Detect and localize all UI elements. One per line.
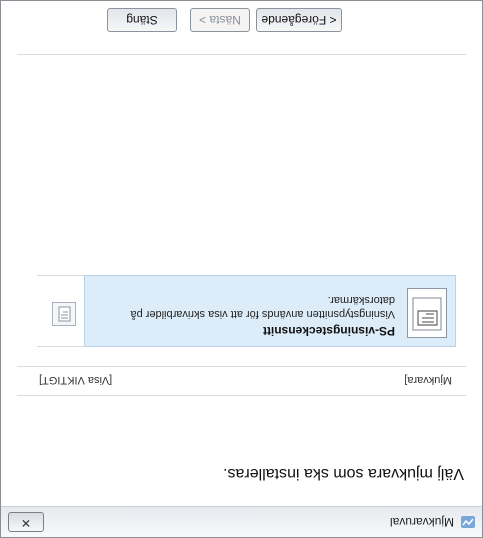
rotated-ui-stage: Mjukvaruval ✕ Välj mjukvara som ska inst… [0,0,483,538]
software-item-title: PS-visningsteckensnitt [262,324,395,338]
previous-button[interactable]: < Föregående [256,8,342,32]
software-item-description: Visningstypsnitten används för att visa … [130,294,395,320]
window-close-button[interactable]: ✕ [8,512,44,532]
software-column-label: Mjukvara] [404,374,452,386]
selection-box[interactable] [407,288,447,338]
close-button[interactable]: Stäng [107,8,177,32]
title-bar: Mjukvaruval ✕ [1,506,482,537]
page-heading: Välj mjukvara som ska installeras. [223,465,464,482]
section-divider-top [17,395,466,396]
section-divider-bottom [17,366,466,367]
detail-panel [37,275,84,347]
document-icon [52,302,76,326]
show-important-link[interactable]: [Visa VIKTIGT] [39,374,112,386]
window-title: Mjukvaruval [389,515,454,529]
footer-divider [17,54,466,55]
app-icon [460,514,476,530]
software-list-item[interactable]: PS-visningsteckensnitt Visningstypsnitte… [84,275,456,347]
next-button: Nästa > [190,8,250,32]
software-selection-window: Mjukvaruval ✕ Välj mjukvara som ska inst… [0,0,483,538]
